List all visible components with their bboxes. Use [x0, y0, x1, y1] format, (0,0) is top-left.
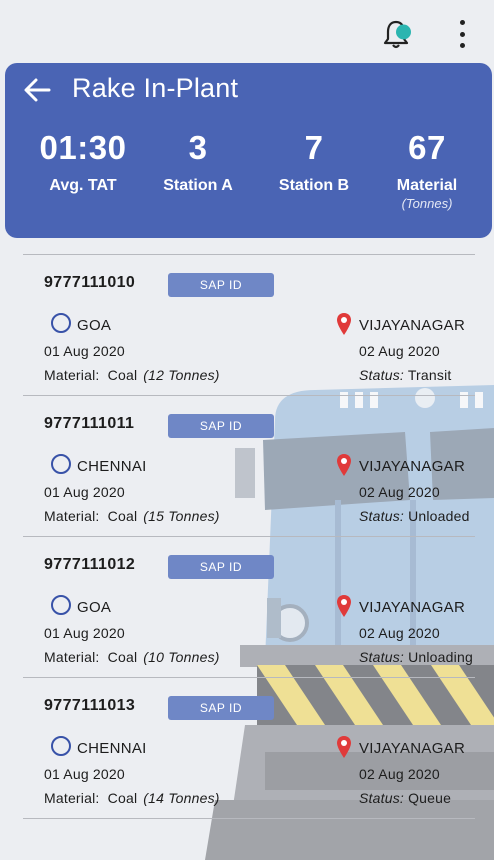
destination-station: VIJAYANAGAR [359, 317, 466, 334]
origin-circle-icon [51, 736, 71, 756]
departure-date: 01 Aug 2020 [44, 766, 125, 782]
material-label: Material: [44, 790, 100, 806]
stat-label: Station B [278, 177, 350, 194]
stat-unit: (Tonnes) [401, 196, 453, 211]
material-label: Material: [44, 367, 100, 383]
origin-circle-icon [51, 454, 71, 474]
rake-number: 9777111012 [44, 556, 136, 573]
destination-station: VIJAYANAGAR [359, 740, 466, 757]
stat-value: 3 [188, 129, 208, 166]
rake-list-item[interactable]: 9777111010 SAP ID GOA 01 Aug 2020 Materi… [23, 255, 475, 395]
arrival-date: 02 Aug 2020 [359, 343, 440, 359]
departure-date: 01 Aug 2020 [44, 484, 125, 500]
arrow-left-icon[interactable] [23, 77, 53, 103]
stat-label: Station A [163, 177, 233, 194]
status-label: Status: [359, 790, 404, 806]
material-tonnes: (15 Tonnes) [143, 508, 220, 524]
rake-number: 9777111010 [44, 274, 136, 291]
material-name: Coal [107, 367, 138, 383]
status-info: Status: Unloading [359, 649, 473, 665]
arrival-date: 02 Aug 2020 [359, 625, 440, 641]
sap-id-button[interactable]: SAP ID [168, 414, 274, 438]
material-label: Material: [44, 649, 100, 665]
origin-station: CHENNAI [77, 458, 147, 475]
sap-id-button[interactable]: SAP ID [168, 555, 274, 579]
map-pin-icon [337, 736, 351, 758]
material-info: Material: Coal (15 Tonnes) [44, 508, 220, 524]
material-tonnes: (14 Tonnes) [143, 790, 220, 806]
rake-number: 9777111011 [44, 415, 135, 432]
status-info: Status: Transit [359, 367, 452, 383]
rake-list-item[interactable]: 9777111011 SAP ID CHENNAI 01 Aug 2020 Ma… [23, 396, 475, 536]
material-info: Material: Coal (14 Tonnes) [44, 790, 220, 806]
origin-circle-icon [51, 595, 71, 615]
summary-header: Rake In-Plant 01:30 Avg. TAT 3 Station A… [5, 63, 492, 238]
departure-date: 01 Aug 2020 [44, 625, 125, 641]
material-name: Coal [107, 649, 138, 665]
status-label: Status: [359, 508, 404, 524]
status-info: Status: Unloaded [359, 508, 470, 524]
notification-bell-icon[interactable] [383, 18, 413, 50]
stat-label: Avg. TAT [49, 177, 117, 194]
notification-dot-icon [396, 24, 411, 40]
origin-station: GOA [77, 599, 112, 616]
origin-station: CHENNAI [77, 740, 147, 757]
material-info: Material: Coal (10 Tonnes) [44, 649, 220, 665]
destination-station: VIJAYANAGAR [359, 458, 466, 475]
status-label: Status: [359, 367, 404, 383]
rake-list: 9777111010 SAP ID GOA 01 Aug 2020 Materi… [23, 254, 475, 819]
sap-id-button[interactable]: SAP ID [168, 696, 274, 720]
stat-material: 67 Material (Tonnes) [367, 129, 487, 211]
map-pin-icon [337, 595, 351, 617]
material-label: Material: [44, 508, 100, 524]
divider [23, 818, 475, 819]
status-info: Status: Queue [359, 790, 451, 806]
arrival-date: 02 Aug 2020 [359, 484, 440, 500]
destination-station: VIJAYANAGAR [359, 599, 466, 616]
material-tonnes: (10 Tonnes) [143, 649, 220, 665]
stat-avg-tat: 01:30 Avg. TAT [23, 129, 143, 195]
origin-circle-icon [51, 313, 71, 333]
rake-list-item[interactable]: 9777111012 SAP ID GOA 01 Aug 2020 Materi… [23, 537, 475, 677]
stat-value: 67 [408, 129, 446, 166]
arrival-date: 02 Aug 2020 [359, 766, 440, 782]
rake-list-item[interactable]: 9777111013 SAP ID CHENNAI 01 Aug 2020 Ma… [23, 678, 475, 818]
map-pin-icon [337, 454, 351, 476]
stat-station-b: 7 Station B [254, 129, 374, 195]
page-title: Rake In-Plant [72, 73, 239, 103]
status-label: Status: [359, 649, 404, 665]
more-vertical-icon[interactable] [452, 18, 472, 50]
stat-value: 7 [304, 129, 324, 166]
rake-number: 9777111013 [44, 697, 136, 714]
status-value: Queue [408, 790, 452, 806]
material-name: Coal [107, 508, 138, 524]
sap-id-button[interactable]: SAP ID [168, 273, 274, 297]
status-value: Unloaded [408, 508, 470, 524]
status-value: Transit [407, 367, 452, 383]
stat-value: 01:30 [39, 129, 127, 166]
map-pin-icon [337, 313, 351, 335]
origin-station: GOA [77, 317, 112, 334]
departure-date: 01 Aug 2020 [44, 343, 125, 359]
status-value: Unloading [408, 649, 473, 665]
stat-label: Material [396, 177, 458, 194]
top-action-bar [0, 0, 494, 62]
stat-station-a: 3 Station A [138, 129, 258, 195]
material-name: Coal [107, 790, 138, 806]
material-info: Material: Coal (12 Tonnes) [44, 367, 220, 383]
material-tonnes: (12 Tonnes) [143, 367, 220, 383]
